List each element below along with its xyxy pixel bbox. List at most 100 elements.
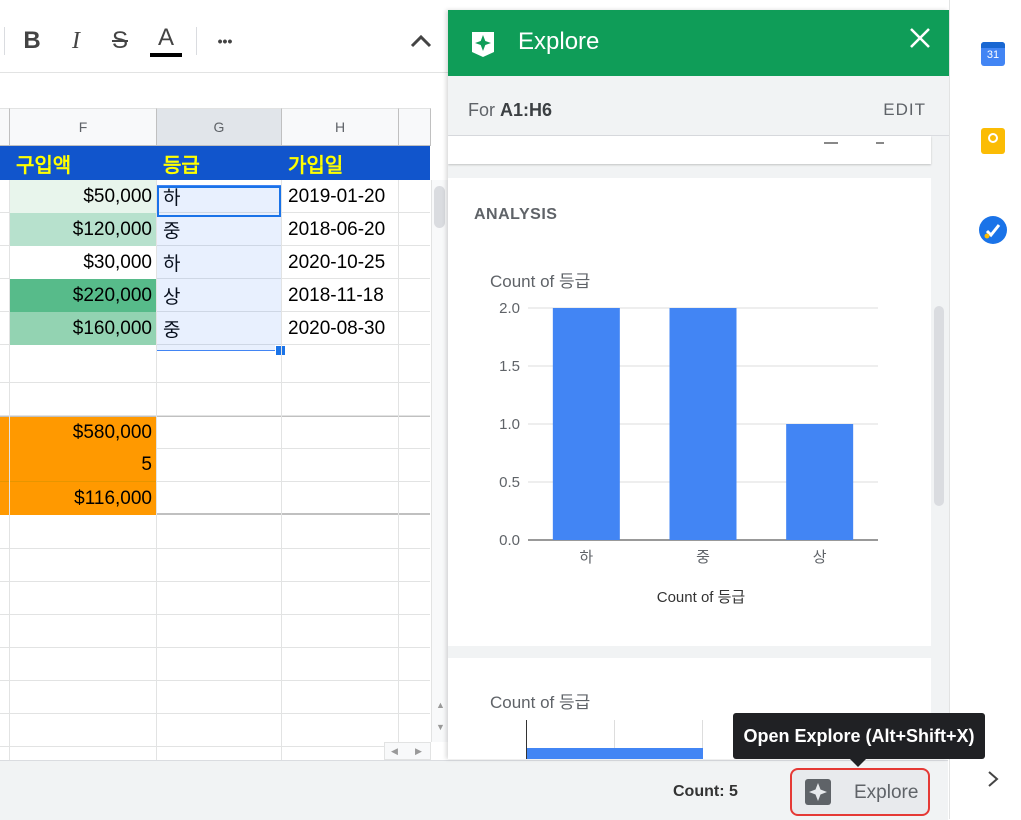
grid-line [281,180,282,760]
empty-row [0,549,430,582]
column-header-i[interactable] [399,108,431,146]
selection-count[interactable]: Count: 5 [673,783,738,801]
table-row: $220,000 상 2018-11-18 [0,279,430,312]
amount-cell[interactable]: $50,000 [10,180,157,213]
panel-scroll-thumb[interactable] [934,306,944,506]
empty-row [0,681,430,714]
y-tick-label: 0.0 [499,532,520,549]
table-row: $30,000 하 2020-10-25 [0,246,430,279]
scroll-down-arrow-icon[interactable]: ▼ [436,722,445,732]
column-header-f[interactable]: F [10,108,157,146]
empty-row [0,582,430,615]
calendar-icon[interactable]: 31 [981,42,1005,66]
scroll-up-arrow-icon[interactable]: ▲ [436,700,445,710]
chevron-up-icon [410,34,432,48]
analysis-heading: ANALYSIS [474,206,558,223]
amount-cell[interactable]: $120,000 [10,213,157,246]
grid-line [9,180,10,760]
column-header-h[interactable]: H [282,108,399,146]
text-color-label: A [157,23,174,51]
explore-button-label: Explore [854,782,919,803]
explore-panel-header: Explore [448,10,949,76]
chart2-title: Count of 등급 [490,693,591,712]
date-cell[interactable]: 2018-11-18 [282,279,399,312]
side-panel-apps: 31 [949,0,1021,819]
summary-row: $580,000 [0,416,430,450]
column-header-g[interactable]: G [157,108,282,146]
chevron-right-icon[interactable] [986,770,1000,788]
explore-panel: Explore For A1:H6 EDIT ANALYSIS Count of… [448,10,949,759]
date-cell[interactable]: 2019-01-20 [282,180,399,213]
date-cell[interactable]: 2018-06-20 [282,213,399,246]
explore-button[interactable]: Explore [790,768,930,816]
header-cell-join-date[interactable]: 가입일 [282,146,399,180]
sum-cell[interactable]: $580,000 [0,417,157,450]
amount-cell[interactable]: $30,000 [10,246,157,279]
range-label: For A1:H6 [468,100,552,121]
grade-cell[interactable]: 상 [157,279,282,312]
chart2-bar[interactable] [527,748,703,759]
scroll-right-arrow-icon[interactable]: ▶ [415,746,422,757]
table-row: $120,000 중 2018-06-20 [0,213,430,246]
bar-중 [669,308,737,540]
grade-cell[interactable]: 하 [157,180,282,213]
scroll-left-arrow-icon[interactable]: ◀ [391,746,398,757]
close-icon[interactable] [906,24,934,52]
average-cell[interactable]: $116,000 [0,482,157,515]
bar-상 [786,424,854,540]
empty-row [0,516,430,549]
tasks-icon[interactable] [979,216,1007,244]
grid-line [398,180,399,760]
chart-title: Count of 등급 [490,272,591,291]
calendar-icon-top [981,42,1005,48]
italic-button[interactable]: I [62,24,90,58]
text-color-button[interactable]: A [148,24,184,58]
header-cell-amount[interactable]: 구입액 [10,146,157,180]
empty-row [0,383,430,416]
range-value: A1:H6 [500,100,553,120]
keep-icon[interactable] [981,128,1005,154]
text-color-swatch [150,52,182,57]
edit-range-button[interactable]: EDIT [883,100,926,120]
x-tick-label: 중 [696,548,710,566]
header-cell-grade[interactable]: 등급 [157,146,282,180]
x-tick-label: 상 [813,548,827,566]
empty-row [0,350,430,383]
more-options-button[interactable]: ••• [210,24,240,58]
grid-line [156,180,157,760]
table-row: $160,000 중 2020-08-30 [0,312,430,345]
card-action-icon[interactable] [824,136,838,144]
sheet-scroll-thumb[interactable] [434,186,445,228]
column-header-e[interactable] [0,108,10,146]
amount-cell[interactable]: $220,000 [10,279,157,312]
empty-row [0,648,430,681]
date-cell[interactable]: 2020-08-30 [282,312,399,345]
tooltip-arrow [850,759,866,767]
range-prefix: For [468,100,501,120]
previous-card [448,136,931,164]
grade-cell[interactable]: 중 [157,213,282,246]
y-tick-label: 0.5 [499,474,520,491]
x-tick-label: 하 [579,548,593,566]
keep-bulb [988,133,998,143]
check-icon [984,224,1001,239]
count-cell[interactable]: 5 [0,449,157,482]
empty-row [0,714,430,747]
collapse-toolbar-button[interactable] [405,24,437,58]
toolbar-separator [196,27,197,55]
grade-cell[interactable]: 하 [157,246,282,279]
sheet-horizontal-scrollbar[interactable]: ◀ ▶ [384,742,431,760]
explore-range-bar: For A1:H6 EDIT [448,76,949,136]
format-toolbar: B I S A ••• [0,0,448,73]
bold-button[interactable]: B [18,24,46,58]
date-cell[interactable]: 2020-10-25 [282,246,399,279]
bar-chart[interactable]: 0.0 0.5 1.0 1.5 2.0 하 중 상 Count of 등급 [468,298,888,608]
strikethrough-button[interactable]: S [106,24,134,58]
grade-cell[interactable]: 중 [157,312,282,345]
analysis-card: ANALYSIS Count of 등급 0.0 0.5 1.0 1.5 2.0 하 중 상 C… [448,178,931,646]
summary-row: $116,000 [0,482,430,515]
card-action-icon[interactable] [876,136,884,144]
sheet-vertical-scrollbar[interactable] [431,180,449,742]
summary-row: 5 [0,449,430,482]
amount-cell[interactable]: $160,000 [10,312,157,345]
